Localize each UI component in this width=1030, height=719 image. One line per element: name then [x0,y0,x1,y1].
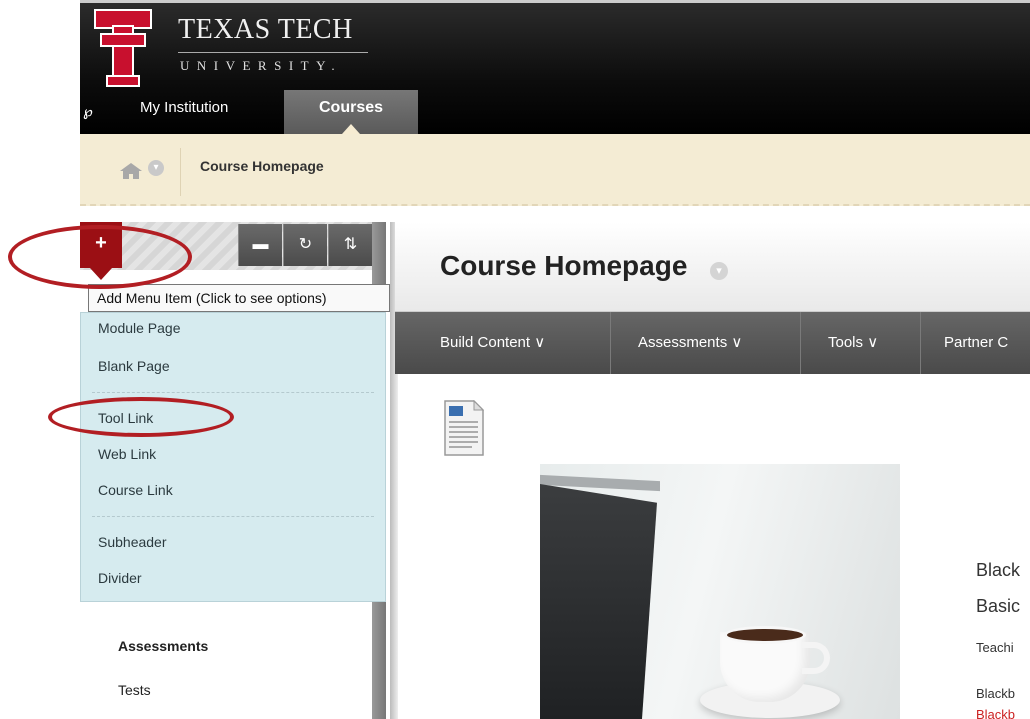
content-text: Blackb [976,686,1016,701]
tools-menu[interactable]: Tools ∨ [828,312,878,374]
add-menu-tooltip: Add Menu Item (Click to see options) [88,284,390,312]
tools-label: Tools [828,334,864,351]
assessments-menu[interactable]: Assessments ∨ [638,312,742,374]
menu-divider [92,516,374,517]
document-icon[interactable] [444,400,484,456]
assessments-label: Assessments [638,334,728,351]
action-separator [610,312,611,374]
folder-icon[interactable]: ▬ [238,224,282,266]
menu-divider [92,392,374,393]
sidebar-subheader-assessments: Assessments [118,638,209,654]
quick-links-icon[interactable]: ℘ [83,103,93,120]
tab-my-institution[interactable]: My Institution [128,90,240,134]
active-tab-indicator [342,124,360,134]
logo-subtitle: UNIVERSITY. [180,58,343,73]
laptop-screen [540,484,657,719]
content-text: Teachi [976,640,1014,655]
double-t-logo-icon[interactable] [93,8,153,88]
menu-item-course-link[interactable]: Course Link [98,482,173,498]
home-icon[interactable] [120,163,142,179]
build-content-label: Build Content [440,334,531,351]
menu-item-web-link[interactable]: Web Link [98,446,156,462]
logo-title: TEXAS TECH [178,14,353,45]
refresh-icon[interactable]: ↻ [283,224,327,266]
content-link[interactable]: Blackb [976,707,1015,719]
cup-handle [802,642,830,674]
partner-label: Partner C [944,334,1009,351]
build-content-menu[interactable]: Build Content ∨ [440,312,545,374]
menu-item-subheader[interactable]: Subheader [98,534,167,550]
chevron-down-icon[interactable]: ▾ [148,160,164,176]
content-heading-line2: Basic [976,596,1021,616]
breadcrumb-separator [180,148,181,196]
breadcrumb-current[interactable]: Course Homepage [200,158,324,174]
course-banner-image [540,464,900,719]
partner-menu[interactable]: Partner C [944,312,1008,374]
action-separator [920,312,921,374]
action-separator [800,312,801,374]
sidebar-item-tests[interactable]: Tests [118,682,151,698]
annotation-circle-add-button [8,225,192,289]
coffee [724,626,806,644]
menu-item-module-page[interactable]: Module Page [98,320,181,336]
chevron-down-icon[interactable]: ▾ [710,262,728,280]
content-heading-line1: Black [976,560,1021,580]
menu-item-divider[interactable]: Divider [98,570,142,586]
logo-rule [178,52,368,53]
annotation-circle-tool-link [48,397,234,437]
sort-icon[interactable]: ⇅ [328,224,372,266]
page-title: Course Homepage [440,250,688,281]
menu-item-blank-page[interactable]: Blank Page [98,358,170,374]
